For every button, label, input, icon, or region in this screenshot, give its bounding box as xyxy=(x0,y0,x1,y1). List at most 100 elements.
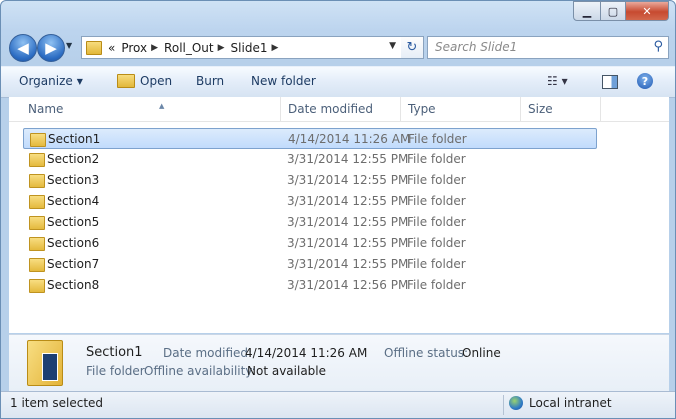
close-button[interactable]: ✕ xyxy=(626,1,669,21)
column-name-label: Name xyxy=(28,102,64,116)
open-button[interactable]: Open xyxy=(117,74,172,88)
details-offline-status-label: Offline status: xyxy=(384,346,469,360)
folder-icon xyxy=(29,216,45,230)
command-bar: Organize ▼ Open Burn New folder ☷ ▾ ? xyxy=(1,66,675,98)
details-offline-status-value: Online xyxy=(462,346,501,360)
details-name: Section1 xyxy=(86,345,143,360)
search-icon[interactable]: ⚲ xyxy=(653,39,663,54)
security-zone: Local intranet xyxy=(509,396,612,410)
file-name: Section3 xyxy=(47,173,100,187)
preview-pane-button[interactable] xyxy=(602,75,618,89)
document-thumbnail-icon xyxy=(42,353,58,381)
organize-label: Organize xyxy=(19,74,73,88)
organize-button[interactable]: Organize ▼ xyxy=(19,74,83,88)
list-item[interactable]: Section8 3/31/2014 12:56 PM File folder xyxy=(23,275,597,296)
file-type: File folder xyxy=(407,257,466,271)
file-name: Section2 xyxy=(47,152,100,166)
new-folder-button[interactable]: New folder xyxy=(251,74,316,88)
file-date: 3/31/2014 12:55 PM xyxy=(287,194,409,208)
refresh-button[interactable]: ↻ xyxy=(401,36,424,59)
address-dropdown-icon[interactable]: ▼ xyxy=(389,41,396,51)
view-options-icon: ☷ ▾ xyxy=(547,74,568,88)
file-date: 3/31/2014 12:55 PM xyxy=(287,215,409,229)
file-name: Section1 xyxy=(48,132,101,146)
list-item[interactable]: Section3 3/31/2014 12:55 PM File folder xyxy=(23,170,597,191)
burn-button[interactable]: Burn xyxy=(196,74,224,88)
recent-pages-dropdown[interactable]: ▼ xyxy=(66,41,76,53)
status-divider xyxy=(503,395,504,415)
column-type[interactable]: Type xyxy=(401,97,521,121)
file-name: Section8 xyxy=(47,278,100,292)
sort-ascending-icon: ▲ xyxy=(159,102,165,110)
column-size-label: Size xyxy=(528,102,553,116)
back-button[interactable]: ◀ xyxy=(9,34,37,62)
folder-icon xyxy=(29,195,45,209)
details-offline-availability-value[interactable]: Not available xyxy=(247,364,326,378)
search-box[interactable]: ⚲ xyxy=(427,36,669,59)
breadcrumb-roll-out[interactable]: Roll_Out xyxy=(164,41,214,55)
list-item[interactable]: Section1 4/14/2014 11:26 AM File folder xyxy=(23,128,597,149)
globe-icon xyxy=(509,396,523,410)
chevron-right-icon[interactable]: ▶ xyxy=(218,43,225,53)
file-type: File folder xyxy=(407,278,466,292)
chevron-right-icon[interactable]: ▶ xyxy=(271,43,278,53)
folder-icon xyxy=(29,237,45,251)
column-size[interactable]: Size xyxy=(521,97,601,121)
forward-arrow-icon: ▶ xyxy=(45,39,57,57)
minimize-button[interactable]: ▁ xyxy=(573,1,601,21)
chevron-right-icon[interactable]: ▶ xyxy=(151,43,158,53)
file-name: Section5 xyxy=(47,215,100,229)
details-date-value[interactable]: 4/14/2014 11:26 AM xyxy=(245,346,367,360)
breadcrumb-overflow[interactable]: « xyxy=(108,41,115,55)
folder-icon xyxy=(29,153,45,167)
list-item[interactable]: Section5 3/31/2014 12:55 PM File folder xyxy=(23,212,597,233)
new-folder-label: New folder xyxy=(251,74,316,88)
file-date: 3/31/2014 12:55 PM xyxy=(287,173,409,187)
file-date: 3/31/2014 12:55 PM xyxy=(287,152,409,166)
explorer-window: ▁ ▢ ✕ ◀ ▶ ▼ « Prox ▶ Roll_Out ▶ Slide1 ▶… xyxy=(0,0,676,419)
status-bar: 1 item selected Local intranet xyxy=(1,391,675,418)
breadcrumb-slide1[interactable]: Slide1 xyxy=(231,41,268,55)
folder-icon xyxy=(86,40,102,55)
file-name: Section4 xyxy=(47,194,100,208)
list-item[interactable]: Section7 3/31/2014 12:55 PM File folder xyxy=(23,254,597,275)
file-type: File folder xyxy=(407,236,466,250)
breadcrumb-prox[interactable]: Prox xyxy=(121,41,147,55)
folder-icon xyxy=(29,174,45,188)
details-offline-availability-label: Offline availability: xyxy=(144,364,256,378)
details-pane: Section1 File folder Date modified: 4/14… xyxy=(9,334,669,391)
file-type: File folder xyxy=(407,194,466,208)
folder-icon xyxy=(30,133,46,147)
list-item[interactable]: Section2 3/31/2014 12:55 PM File folder xyxy=(23,149,597,170)
help-icon: ? xyxy=(641,74,649,88)
file-list: Name ▲ Date modified Type Size Section1 … xyxy=(9,97,669,333)
details-date-label: Date modified: xyxy=(163,346,253,360)
maximize-button[interactable]: ▢ xyxy=(601,1,626,21)
column-date-label: Date modified xyxy=(288,102,374,116)
file-date: 4/14/2014 11:26 AM xyxy=(288,132,411,146)
security-zone-label: Local intranet xyxy=(529,396,612,410)
change-view-button[interactable]: ☷ ▾ xyxy=(547,74,568,88)
window-controls: ▁ ▢ ✕ xyxy=(573,1,669,21)
back-arrow-icon: ◀ xyxy=(17,39,29,57)
folder-icon xyxy=(29,258,45,272)
file-type: File folder xyxy=(407,215,466,229)
selection-count: 1 item selected xyxy=(10,396,104,410)
search-input[interactable] xyxy=(428,37,635,56)
open-label: Open xyxy=(140,74,173,88)
help-button[interactable]: ? xyxy=(637,73,653,89)
column-date-modified[interactable]: Date modified xyxy=(281,97,401,121)
address-bar[interactable]: « Prox ▶ Roll_Out ▶ Slide1 ▶ ▼ xyxy=(81,36,403,59)
details-type: File folder xyxy=(86,364,145,378)
large-folder-icon xyxy=(27,340,63,386)
burn-label: Burn xyxy=(196,74,225,88)
column-name[interactable]: Name ▲ xyxy=(21,97,281,121)
chevron-down-icon: ▼ xyxy=(76,76,83,86)
list-item[interactable]: Section6 3/31/2014 12:55 PM File folder xyxy=(23,233,597,254)
file-date: 3/31/2014 12:55 PM xyxy=(287,257,409,271)
open-folder-icon xyxy=(117,74,135,88)
column-headers: Name ▲ Date modified Type Size xyxy=(9,97,669,122)
file-type: File folder xyxy=(407,173,466,187)
forward-button[interactable]: ▶ xyxy=(37,34,65,62)
list-item[interactable]: Section4 3/31/2014 12:55 PM File folder xyxy=(23,191,597,212)
